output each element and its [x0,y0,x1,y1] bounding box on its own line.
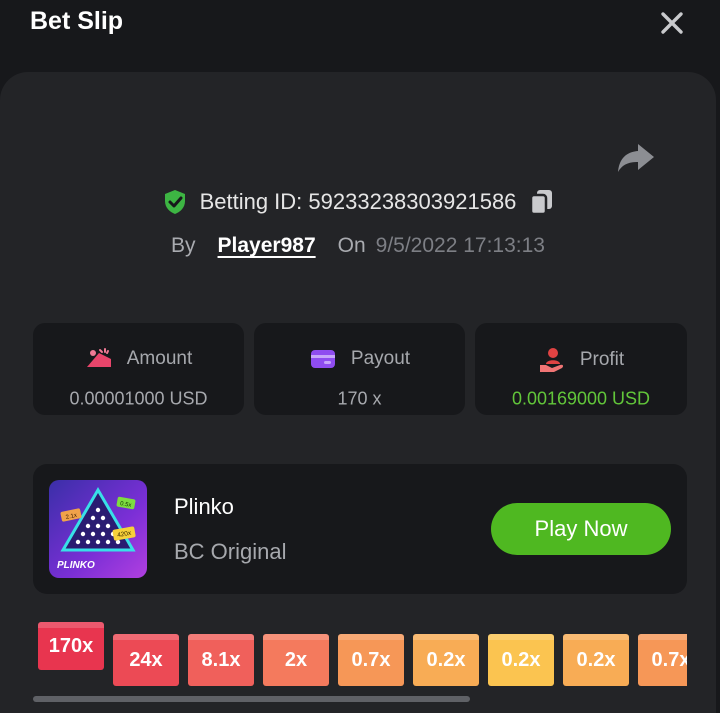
multiplier-chip: 0.2x [413,634,479,686]
multiplier-chip: 0.2x [563,634,629,686]
close-button[interactable] [655,6,689,40]
stat-payout-label: Payout [350,348,411,369]
betting-id: Betting ID: 59233238303921586 [199,189,517,214]
betting-id-row: Betting ID: 59233238303921586 [0,188,716,216]
multiplier-chip: 0.7x [338,634,404,686]
game-thumbnail[interactable]: 2.1x 0.5x 420x PLINKO [49,480,147,578]
shield-check-icon [164,190,185,214]
by-label: By [171,234,196,257]
game-card: 2.1x 0.5x 420x PLINKO Plinko BC Original… [33,464,687,594]
stat-amount: Amount 0.00001000 USD [33,323,244,415]
page-title: Bet Slip [30,7,124,35]
stat-profit-label: Profit [579,349,625,370]
thumb-title: PLINKO [57,560,95,571]
player-link[interactable]: Player987 [218,234,316,258]
multiplier-chip: 0.2x [488,634,554,686]
copy-icon[interactable] [528,188,554,216]
header: Bet Slip [0,0,720,60]
bet-meta-row: By Player987 On 9/5/2022 17:13:13 [0,234,716,258]
bet-slip-panel: Betting ID: 59233238303921586 By Player9… [0,72,716,713]
play-now-button[interactable]: Play Now [491,503,671,555]
share-icon[interactable] [616,140,656,176]
wallet-icon [310,350,335,368]
multiplier-chip: 170x [38,622,104,670]
multiplier-chip: 0.7x [638,634,687,686]
stat-profit-value: 0.00169000 USD [511,388,651,409]
stat-payout-value: 170 x [337,388,382,409]
multiplier-chip: 2x [263,634,329,686]
close-icon [661,12,683,34]
stat-profit: Profit 0.00169000 USD [475,323,687,415]
stat-amount-value: 0.00001000 USD [69,388,208,409]
stat-amount-label: Amount [126,348,193,369]
bet-datetime: 9/5/2022 17:13:13 [375,234,545,257]
plinko-thumbnail-icon: 2.1x 0.5x 420x PLINKO [49,480,147,578]
game-provider: BC Original [174,539,287,564]
stat-payout: Payout 170 x [254,323,465,415]
coins-icon [86,348,111,367]
multiplier-chip: 24x [113,634,179,686]
multiplier-chip: 8.1x [188,634,254,686]
game-name: Plinko [174,494,234,519]
horizontal-scrollbar[interactable] [33,696,470,702]
multiplier-strip[interactable]: 170x 24x 8.1x 2x 0.7x 0.2x 0.2x 0.2x 0.7x [38,618,687,688]
on-label: On [337,234,366,257]
hand-user-icon [539,348,563,372]
